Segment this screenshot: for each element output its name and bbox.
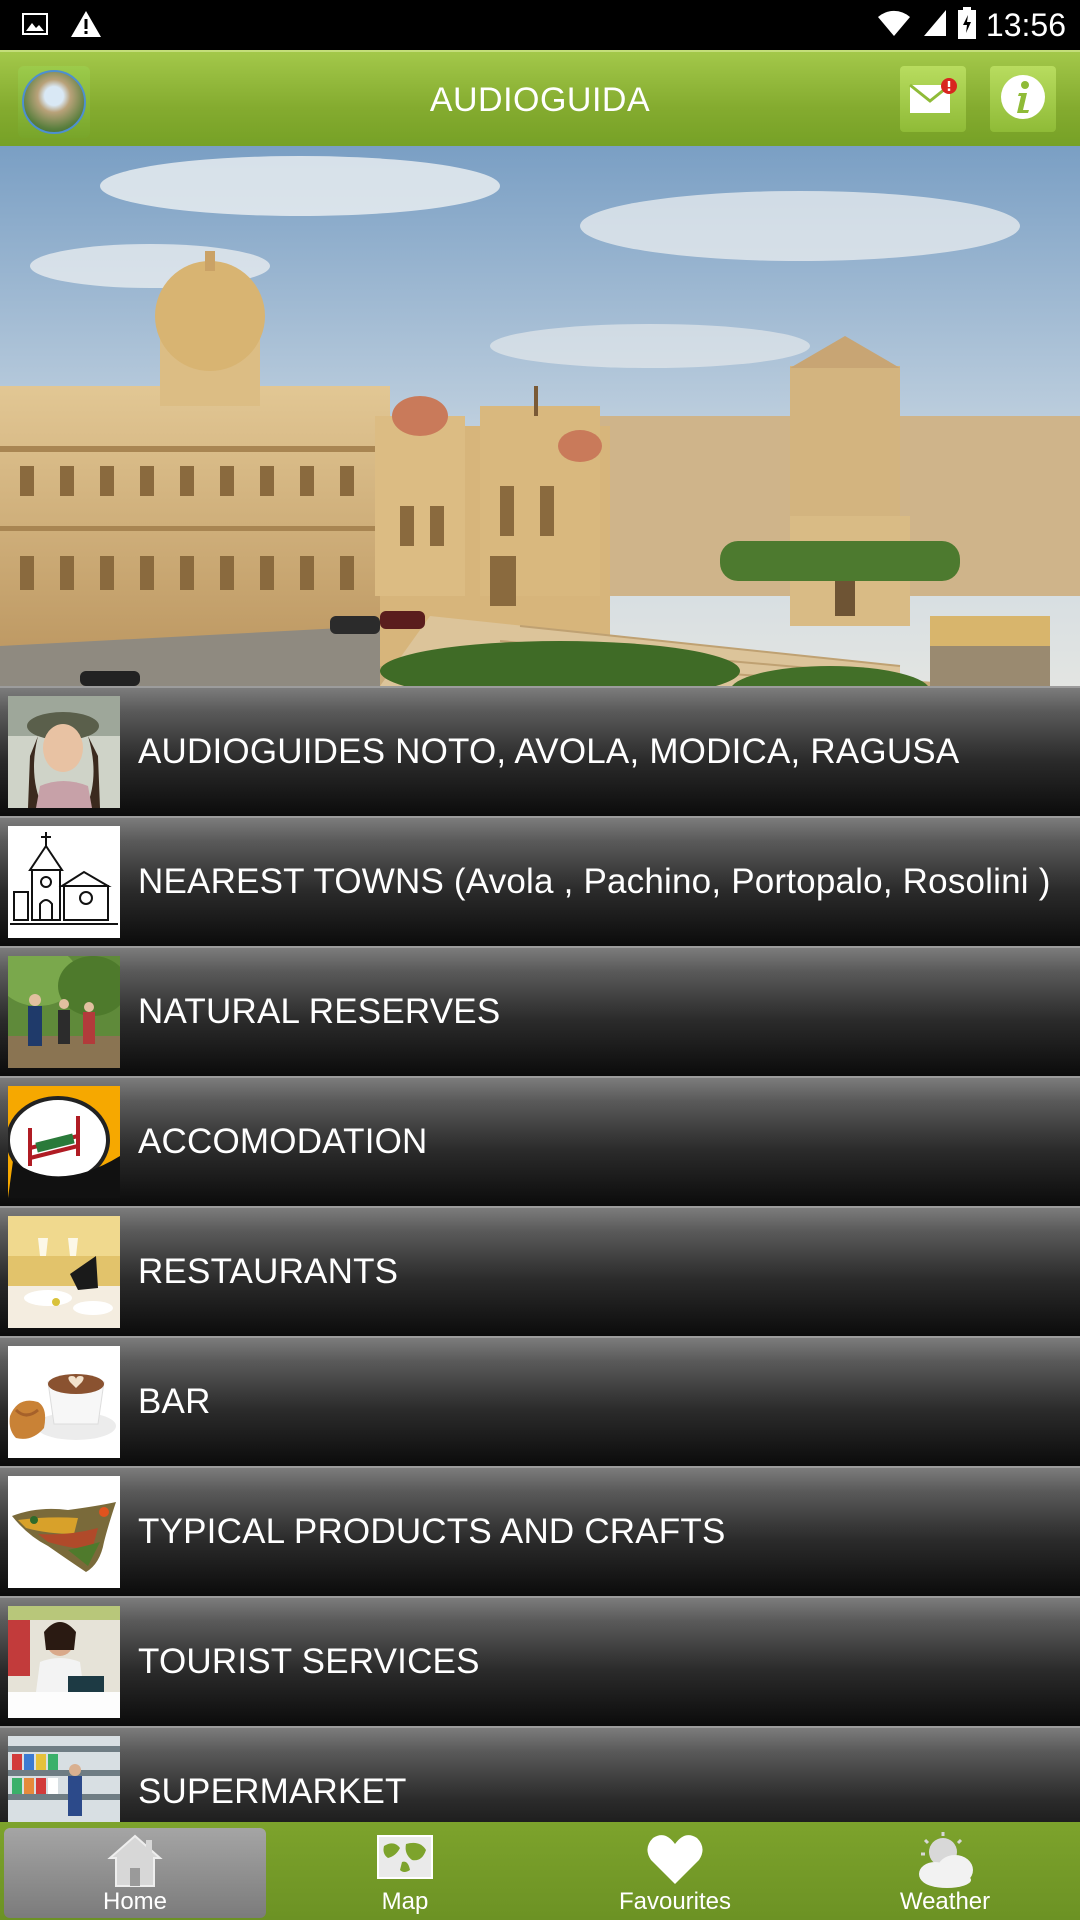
coffee-croissant-thumb <box>8 1346 120 1458</box>
warning-icon <box>70 10 102 43</box>
mail-button[interactable] <box>900 66 966 132</box>
map-icon <box>376 1832 434 1888</box>
menu-item-tourist-services[interactable]: TOURIST SERVICES <box>0 1596 1080 1726</box>
sicily-map-thumb <box>8 1476 120 1588</box>
mail-notification-icon <box>908 77 958 122</box>
weather-icon <box>913 1832 977 1888</box>
image-icon <box>22 12 48 41</box>
nav-label-favourites: Favourites <box>618 1888 732 1915</box>
menu-item-bar[interactable]: BAR <box>0 1336 1080 1466</box>
menu-item-label: NEAREST TOWNS (Avola , Pachino, Portopal… <box>138 862 1051 901</box>
status-time: 13:56 <box>985 6 1066 43</box>
nav-label-home: Home <box>102 1888 168 1915</box>
app-bar: AUDIOGUIDA <box>0 50 1080 146</box>
menu-item-label: AUDIOGUIDES NOTO, AVOLA, MODICA, RAGUSA <box>138 732 960 771</box>
bottom-navigation: Home Map Favourites Weather <box>0 1822 1080 1920</box>
nav-label-map: Map <box>381 1888 429 1915</box>
menu-item-accomodation[interactable]: ACCOMODATION <box>0 1076 1080 1206</box>
battery-icon <box>957 6 976 44</box>
status-bar: 13:56 <box>0 0 1080 50</box>
main-menu-list: AUDIOGUIDES NOTO, AVOLA, MODICA, RAGUSA <box>0 686 1080 1822</box>
menu-item-audioguides[interactable]: AUDIOGUIDES NOTO, AVOLA, MODICA, RAGUSA <box>0 686 1080 816</box>
menu-item-label: TOURIST SERVICES <box>138 1642 480 1681</box>
hikers-thumb <box>8 956 120 1068</box>
nav-home[interactable]: Home <box>4 1828 266 1918</box>
info-button[interactable] <box>990 66 1056 132</box>
menu-item-nearest-towns[interactable]: NEAREST TOWNS (Avola , Pachino, Portopal… <box>0 816 1080 946</box>
hero-image-noto-cathedral <box>0 146 1080 686</box>
menu-item-typical-products[interactable]: TYPICAL PRODUCTS AND CRAFTS <box>0 1466 1080 1596</box>
home-icon <box>106 1832 164 1888</box>
menu-item-label: BAR <box>138 1382 211 1421</box>
menu-item-restaurants[interactable]: RESTAURANTS <box>0 1206 1080 1336</box>
menu-item-label: ACCOMODATION <box>138 1122 428 1161</box>
bed-logo-thumb <box>8 1086 120 1198</box>
menu-item-label: SUPERMARKET <box>138 1772 407 1811</box>
wifi-icon <box>876 8 912 43</box>
receptionist-thumb <box>8 1606 120 1718</box>
supermarket-shelves-thumb <box>8 1736 120 1822</box>
nav-map[interactable]: Map <box>274 1828 536 1918</box>
nav-weather[interactable]: Weather <box>814 1828 1076 1918</box>
menu-item-label: RESTAURANTS <box>138 1252 399 1291</box>
church-sketch-thumb <box>8 826 120 938</box>
menu-item-label: NATURAL RESERVES <box>138 992 501 1031</box>
audioguide-girl-thumb <box>8 696 120 808</box>
heart-icon <box>645 1832 705 1888</box>
info-icon <box>998 72 1048 127</box>
menu-item-natural-reserves[interactable]: NATURAL RESERVES <box>0 946 1080 1076</box>
signal-icon <box>922 8 948 43</box>
menu-item-label: TYPICAL PRODUCTS AND CRAFTS <box>138 1512 726 1551</box>
nav-favourites[interactable]: Favourites <box>544 1828 806 1918</box>
nav-label-weather: Weather <box>899 1888 991 1915</box>
table-setting-thumb <box>8 1216 120 1328</box>
menu-item-supermarket[interactable]: SUPERMARKET <box>0 1726 1080 1822</box>
